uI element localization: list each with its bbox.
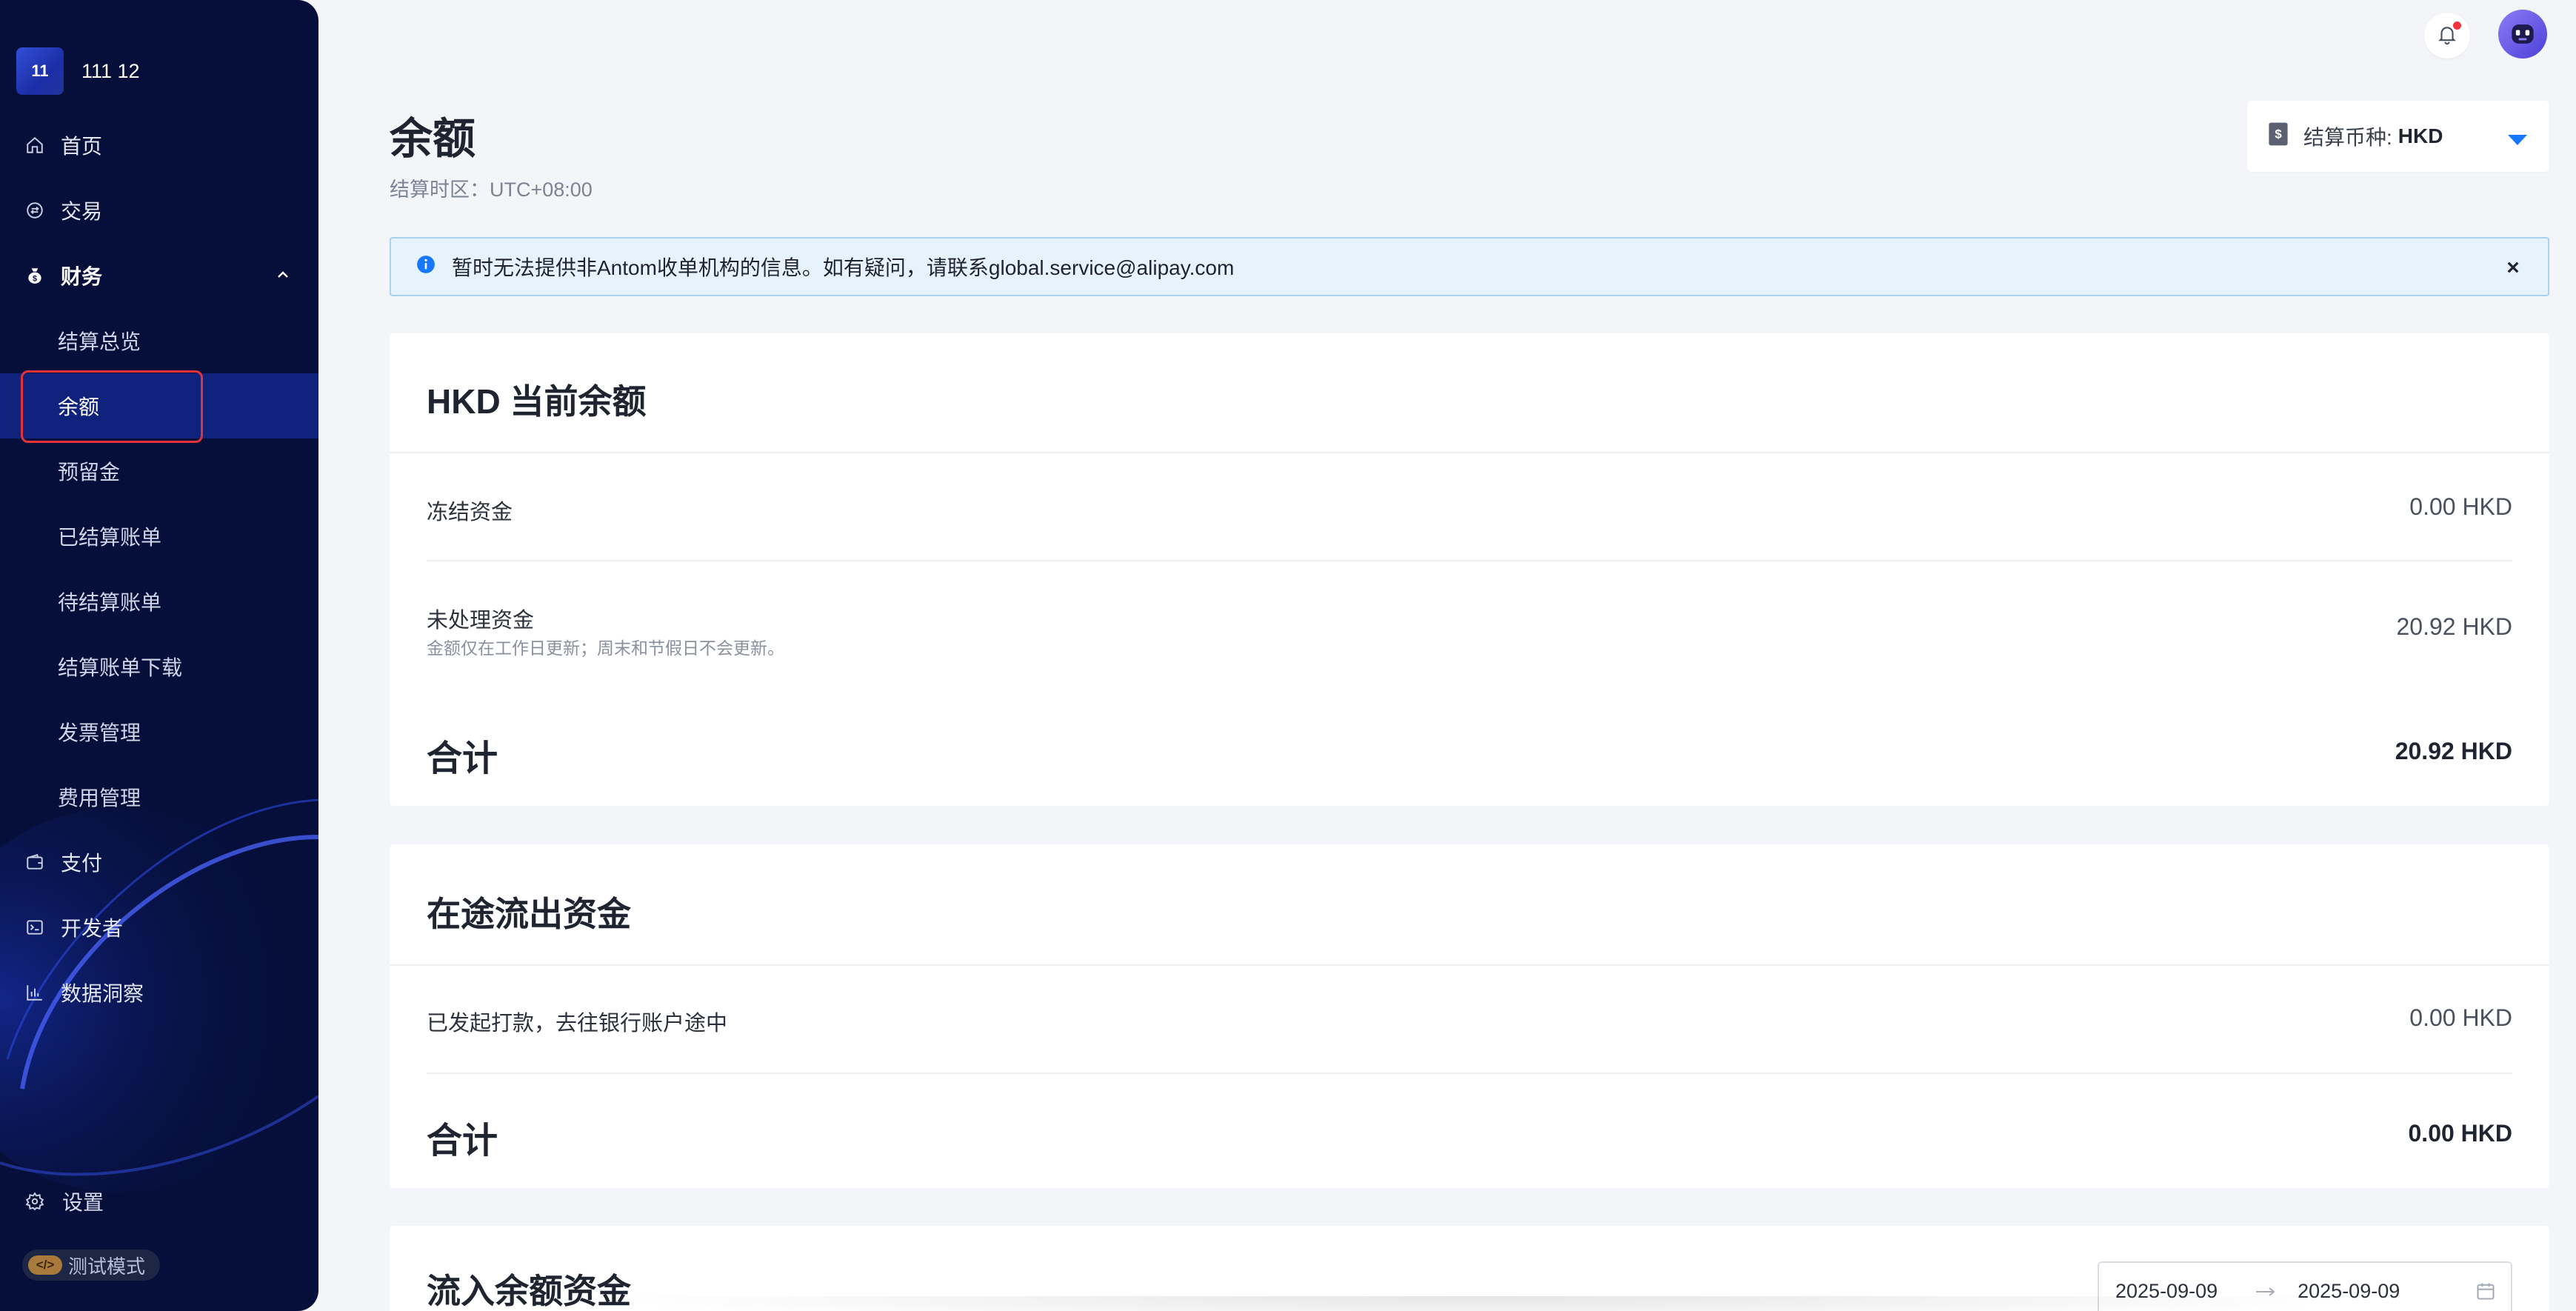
money-bag-icon: $: [24, 264, 46, 287]
sidebar-item-label: 待结算账单: [58, 591, 162, 614]
total-label: 合计: [427, 1121, 498, 1161]
terminal-icon: [24, 916, 46, 938]
currency-label: 结算币种:: [2303, 126, 2392, 149]
sidebar-item-label: 发票管理: [58, 721, 141, 744]
divider: [427, 1073, 2512, 1074]
code-icon: </>: [28, 1255, 62, 1275]
frozen-funds-value: 0.00 HKD: [2409, 493, 2512, 520]
active-item-highlight: [21, 370, 203, 443]
currency-doc-icon: $: [2268, 121, 2289, 152]
caret-down-icon: [2506, 129, 2529, 153]
nav-finance[interactable]: $ 财务: [0, 243, 318, 308]
brand-name: 111 12: [81, 59, 140, 82]
wallet-icon: [24, 851, 46, 873]
sidebar-item-reserve[interactable]: 预留金: [0, 438, 318, 504]
sidebar-item-settlement-overview[interactable]: 结算总览: [0, 308, 318, 373]
info-icon: [416, 255, 436, 279]
nav-insights[interactable]: 数据洞察: [0, 960, 318, 1025]
sidebar: 11 111 12 首页 交易 $ 财务 结算总览 余额 预留金 已结算账单 待…: [0, 0, 318, 1311]
sidebar-item-label: 结算总览: [58, 330, 141, 353]
gear-icon: [24, 1190, 46, 1212]
transaction-icon: [24, 199, 46, 221]
chevron-up-icon: [274, 265, 292, 289]
card-title: HKD 当前余额: [427, 382, 647, 421]
page-title: 余额: [390, 115, 476, 163]
sidebar-item-statement-download[interactable]: 结算账单下载: [0, 634, 318, 699]
nav-transactions[interactable]: 交易: [0, 178, 318, 243]
sidebar-item-label: 已结算账单: [58, 526, 162, 549]
nav-finance-label: 财务: [61, 265, 103, 288]
current-balance-card: HKD 当前余额 冻结资金 0.00 HKD 未处理资金 金额仅在工作日更新；周…: [390, 333, 2549, 806]
sidebar-item-settled-statements[interactable]: 已结算账单: [0, 504, 318, 569]
robot-avatar-icon: [2512, 24, 2534, 44]
sidebar-item-label: 预留金: [58, 461, 121, 484]
nav-developer[interactable]: 开发者: [0, 895, 318, 960]
nav-payment[interactable]: 支付: [0, 830, 318, 895]
nav-settings[interactable]: 设置: [0, 1170, 318, 1232]
unprocessed-funds-label: 未处理资金: [427, 609, 535, 633]
svg-text:$: $: [2275, 127, 2282, 141]
in-transit-card: 在途流出资金 已发起打款，去往银行账户途中 0.00 HKD 合计 0.00 H…: [390, 844, 2549, 1188]
nav-home[interactable]: 首页: [0, 113, 318, 178]
avatar[interactable]: [2498, 10, 2547, 59]
sidebar-item-fee-management[interactable]: 费用管理: [0, 764, 318, 830]
payout-in-transit-label: 已发起打款，去往银行账户途中: [427, 1012, 728, 1035]
sidebar-item-label: 费用管理: [58, 787, 141, 810]
card-title: 在途流出资金: [427, 895, 631, 933]
notification-badge: [2453, 21, 2461, 30]
svg-text:$: $: [33, 275, 37, 284]
total-value: 0.00 HKD: [2408, 1120, 2513, 1147]
sidebar-item-invoice-management[interactable]: 发票管理: [0, 699, 318, 764]
notification-button[interactable]: [2424, 13, 2470, 59]
nav-payment-label: 支付: [61, 852, 103, 875]
settlement-timezone: 结算时区：UTC+08:00: [390, 179, 593, 201]
scroll-shadow: [593, 1296, 2370, 1311]
divider: [427, 560, 2512, 561]
close-icon[interactable]: [2502, 256, 2524, 284]
brand-logo: 11: [16, 47, 64, 95]
sidebar-item-pending-statements[interactable]: 待结算账单: [0, 569, 318, 634]
unprocessed-funds-value: 20.92 HKD: [2396, 613, 2512, 640]
divider: [390, 964, 2549, 966]
currency-value: HKD: [2398, 124, 2443, 147]
nav-home-label: 首页: [61, 135, 103, 158]
nav-developer-label: 开发者: [61, 917, 124, 940]
unprocessed-funds-note: 金额仅在工作日更新；周末和节假日不会更新。: [427, 638, 784, 658]
alert-text: 暂时无法提供非Antom收单机构的信息。如有疑问，请联系global.servi…: [452, 256, 1235, 279]
test-mode-label: 测试模式: [68, 1255, 146, 1278]
test-mode-toggle[interactable]: </> 测试模式: [22, 1250, 161, 1281]
divider: [390, 452, 2549, 453]
sidebar-item-label: 结算账单下载: [58, 656, 183, 679]
nav-transactions-label: 交易: [61, 200, 103, 223]
home-icon: [24, 134, 46, 156]
bar-chart-icon: [24, 981, 46, 1004]
payout-in-transit-value: 0.00 HKD: [2409, 1004, 2512, 1031]
info-alert: 暂时无法提供非Antom收单机构的信息。如有疑问，请联系global.servi…: [390, 237, 2549, 296]
frozen-funds-label: 冻结资金: [427, 501, 513, 524]
nav-settings-label: 设置: [62, 1191, 104, 1214]
currency-select[interactable]: $ 结算币种: HKD: [2247, 101, 2549, 172]
total-value: 20.92 HKD: [2395, 738, 2512, 764]
calendar-icon: [2475, 1281, 2496, 1307]
total-label: 合计: [427, 739, 498, 778]
nav-insights-label: 数据洞察: [61, 982, 144, 1005]
brand[interactable]: 11 111 12: [16, 47, 140, 95]
